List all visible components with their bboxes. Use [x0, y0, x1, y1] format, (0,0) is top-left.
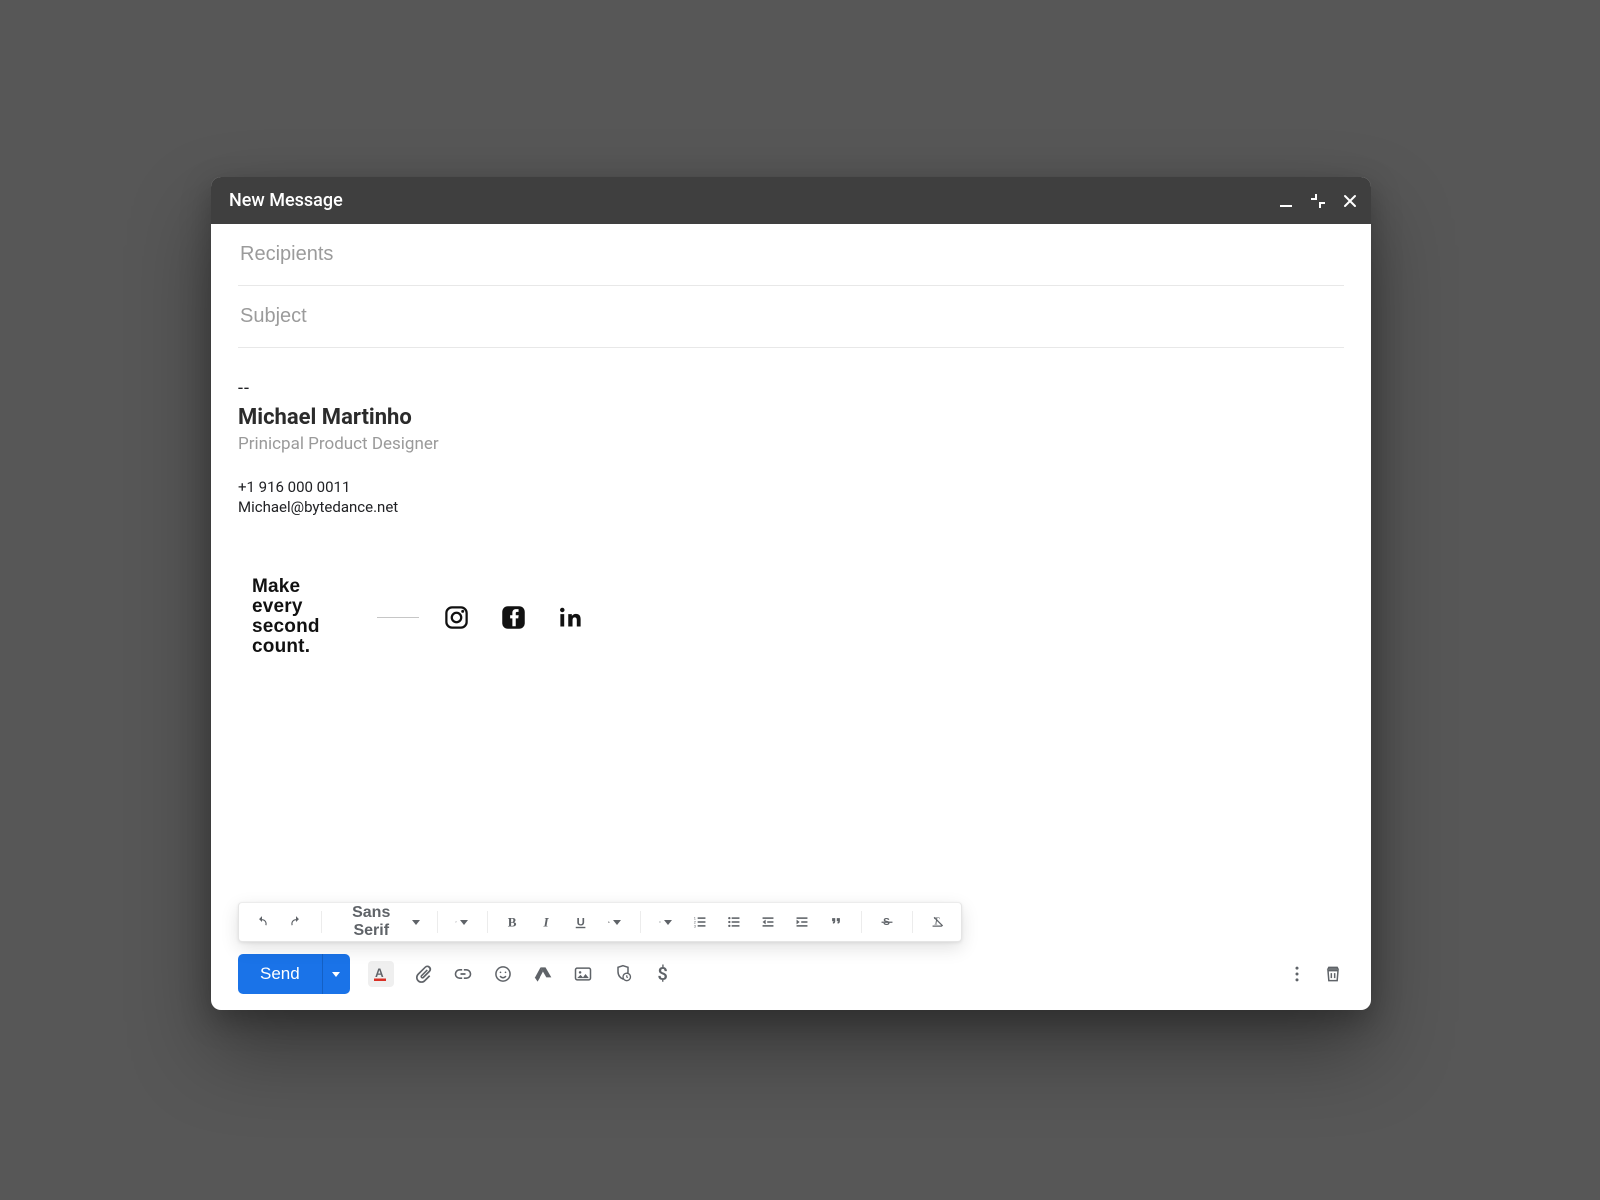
emoji-icon[interactable]: [492, 963, 514, 985]
attach-icon[interactable]: [412, 963, 434, 985]
drive-icon[interactable]: [532, 963, 554, 985]
svg-text:U: U: [577, 917, 585, 929]
dialog-title: New Message: [229, 190, 343, 211]
confidential-mode-icon[interactable]: [612, 963, 634, 985]
chevron-down-icon: [459, 917, 469, 927]
formatting-options-button[interactable]: A: [368, 961, 394, 987]
compose-body[interactable]: -- Michael Martinho Prinicpal Product De…: [238, 348, 1344, 902]
minimize-icon[interactable]: [1279, 194, 1293, 208]
send-button[interactable]: Send: [238, 954, 322, 994]
strikethrough-button[interactable]: S: [874, 909, 900, 935]
chevron-down-icon: [411, 917, 421, 927]
facebook-icon[interactable]: [500, 604, 527, 631]
recipients-input[interactable]: [238, 224, 1344, 286]
svg-text:T: T: [456, 921, 457, 923]
redo-button[interactable]: [283, 909, 309, 935]
signature-email: Michael@bytedance.net: [238, 498, 1344, 516]
discard-draft-icon[interactable]: [1322, 963, 1344, 985]
more-options-icon[interactable]: [1286, 963, 1308, 985]
text-color-button[interactable]: A: [602, 909, 628, 935]
indent-more-button[interactable]: [789, 909, 815, 935]
remove-formatting-button[interactable]: T: [925, 909, 951, 935]
dollar-sign-icon[interactable]: $: [652, 963, 674, 985]
insert-link-icon[interactable]: [452, 963, 474, 985]
svg-text:I: I: [543, 914, 550, 929]
svg-text:3: 3: [694, 923, 696, 928]
close-icon[interactable]: [1343, 194, 1357, 208]
svg-text:B: B: [508, 914, 517, 929]
subject-input[interactable]: [238, 286, 1344, 348]
underline-button[interactable]: U: [568, 909, 594, 935]
bold-button[interactable]: B: [500, 909, 526, 935]
signature-role: Prinicpal Product Designer: [238, 434, 1344, 454]
signature-dashes: --: [238, 378, 1344, 399]
font-size-button[interactable]: TT: [449, 909, 475, 935]
dialog-titlebar: New Message: [211, 177, 1371, 224]
compose-dialog: New Message --: [211, 177, 1371, 1010]
chevron-down-icon: [612, 917, 622, 927]
svg-text:A: A: [609, 920, 610, 923]
signature-card: Make every second count.: [238, 562, 1344, 672]
fullscreen-exit-icon[interactable]: [1311, 194, 1325, 208]
indent-less-button[interactable]: [755, 909, 781, 935]
send-row: Send A: [238, 954, 1344, 994]
signature-motto: Make every second count.: [238, 577, 353, 657]
insert-image-icon[interactable]: [572, 963, 594, 985]
italic-button[interactable]: I: [534, 909, 560, 935]
svg-text:A: A: [375, 966, 384, 980]
numbered-list-button[interactable]: 123: [687, 909, 713, 935]
signature-phone: +1 916 000 0011: [238, 478, 1344, 496]
divider-line: [377, 617, 419, 618]
quote-button[interactable]: [823, 909, 849, 935]
formatting-toolbar: Sans Serif TT B I U: [238, 902, 962, 942]
instagram-icon[interactable]: [443, 604, 470, 631]
signature-name: Michael Martinho: [238, 405, 1344, 430]
align-button[interactable]: [653, 909, 679, 935]
linkedin-icon[interactable]: [557, 604, 584, 631]
chevron-down-icon: [663, 917, 673, 927]
send-more-button[interactable]: [322, 954, 350, 994]
font-family-select[interactable]: Sans Serif: [334, 904, 425, 940]
undo-button[interactable]: [249, 909, 275, 935]
bulleted-list-button[interactable]: [721, 909, 747, 935]
